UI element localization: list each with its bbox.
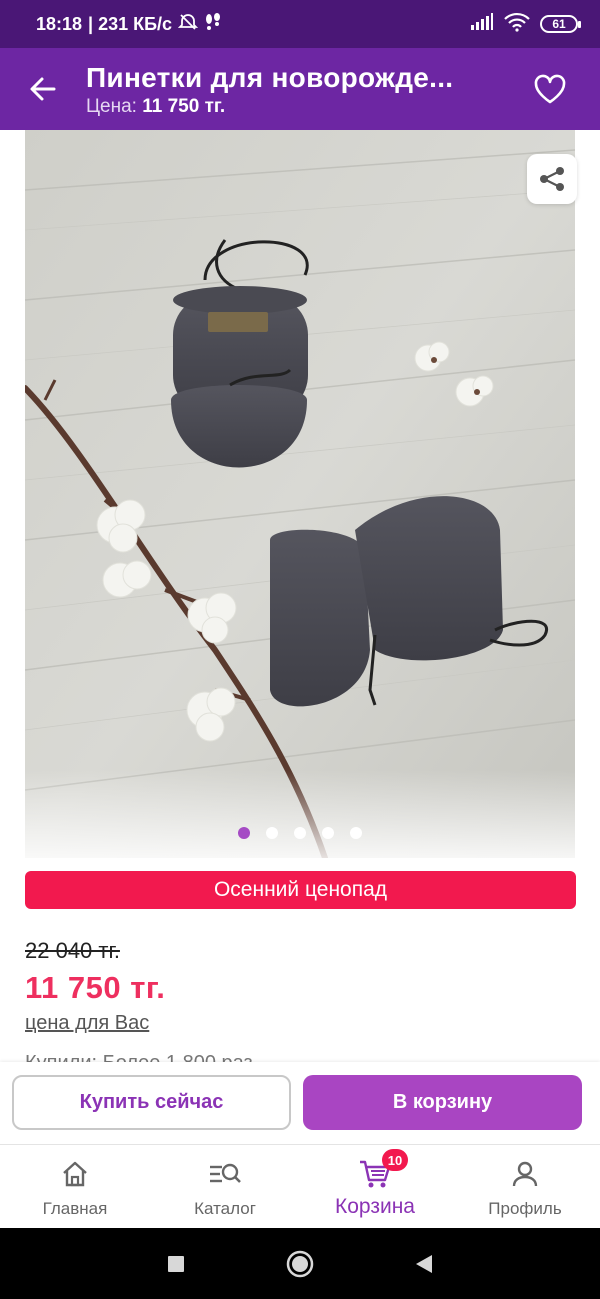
share-button[interactable] xyxy=(527,154,577,204)
square-icon xyxy=(168,1255,184,1272)
action-bar: Купить сейчас В корзину xyxy=(0,1062,600,1144)
steps-icon xyxy=(204,12,222,37)
catalog-search-icon xyxy=(210,1163,241,1183)
nav-label-profile: Профиль xyxy=(488,1199,562,1218)
triangle-back-icon xyxy=(416,1254,432,1273)
product-gallery[interactable] xyxy=(0,130,600,860)
add-to-cart-button[interactable]: В корзину xyxy=(303,1075,582,1130)
buy-now-button[interactable]: Купить сейчас xyxy=(12,1075,291,1130)
arrow-left-icon xyxy=(30,77,56,101)
gallery-pagination xyxy=(0,827,600,839)
battery-level: 61 xyxy=(552,17,566,31)
home-system-button[interactable] xyxy=(238,1228,362,1299)
current-price: 11 750 тг. xyxy=(25,970,166,1005)
recent-apps-button[interactable] xyxy=(114,1228,238,1299)
heart-icon xyxy=(534,74,566,104)
page-title: Пинетки для новорожде... xyxy=(86,62,454,93)
status-speed: | 231 КБ/с xyxy=(88,13,173,34)
nav-label-home: Главная xyxy=(42,1199,108,1218)
signal-icon xyxy=(470,12,494,36)
nav-label-cart: Корзина xyxy=(335,1195,415,1218)
profile-icon xyxy=(512,1161,538,1187)
gallery-dot[interactable] xyxy=(238,827,250,839)
cart-count-badge: 10 xyxy=(382,1149,408,1171)
status-bar: 18:18 | 231 КБ/с 61 xyxy=(0,0,600,48)
gallery-dot[interactable] xyxy=(322,827,334,839)
gallery-dot[interactable] xyxy=(350,827,362,839)
nav-label-catalog: Каталог xyxy=(194,1199,256,1218)
back-button[interactable] xyxy=(0,48,86,130)
status-time: 18:18 xyxy=(36,13,83,34)
gallery-dot[interactable] xyxy=(266,827,278,839)
system-nav-bar xyxy=(0,1228,600,1299)
header-price-label: Цена: xyxy=(86,96,137,117)
header-price-value: 11 750 тг. xyxy=(142,96,226,117)
nav-item-cart[interactable]: 10 Корзина xyxy=(300,1145,450,1229)
alarm-off-icon xyxy=(177,12,199,37)
old-price: 22 040 тг. xyxy=(25,938,120,963)
home-icon xyxy=(63,1161,87,1187)
circle-icon xyxy=(286,1250,314,1277)
wifi-icon xyxy=(504,12,530,37)
gallery-dot[interactable] xyxy=(294,827,306,839)
promo-banner[interactable]: Осенний ценопад xyxy=(25,871,576,909)
back-system-button[interactable] xyxy=(362,1228,486,1299)
price-note-link[interactable]: цена для Вас xyxy=(25,1012,149,1035)
app-bar: Пинетки для новорожде... Цена: 11 750 тг… xyxy=(0,48,600,130)
nav-item-home[interactable]: Главная xyxy=(0,1145,150,1229)
bottom-nav: Главная Каталог 10 Корзина Профиль xyxy=(0,1144,600,1228)
header-price: Цена: 11 750 тг. xyxy=(86,96,500,118)
share-icon xyxy=(540,167,564,191)
battery-indicator: 61 xyxy=(540,15,581,33)
nav-item-catalog[interactable]: Каталог xyxy=(150,1145,300,1229)
favorite-button[interactable] xyxy=(500,48,600,130)
product-photo[interactable] xyxy=(25,130,575,858)
screen: 18:18 | 231 КБ/с 61 Пинетки для новорожд… xyxy=(0,0,600,1299)
nav-item-profile[interactable]: Профиль xyxy=(450,1145,600,1229)
